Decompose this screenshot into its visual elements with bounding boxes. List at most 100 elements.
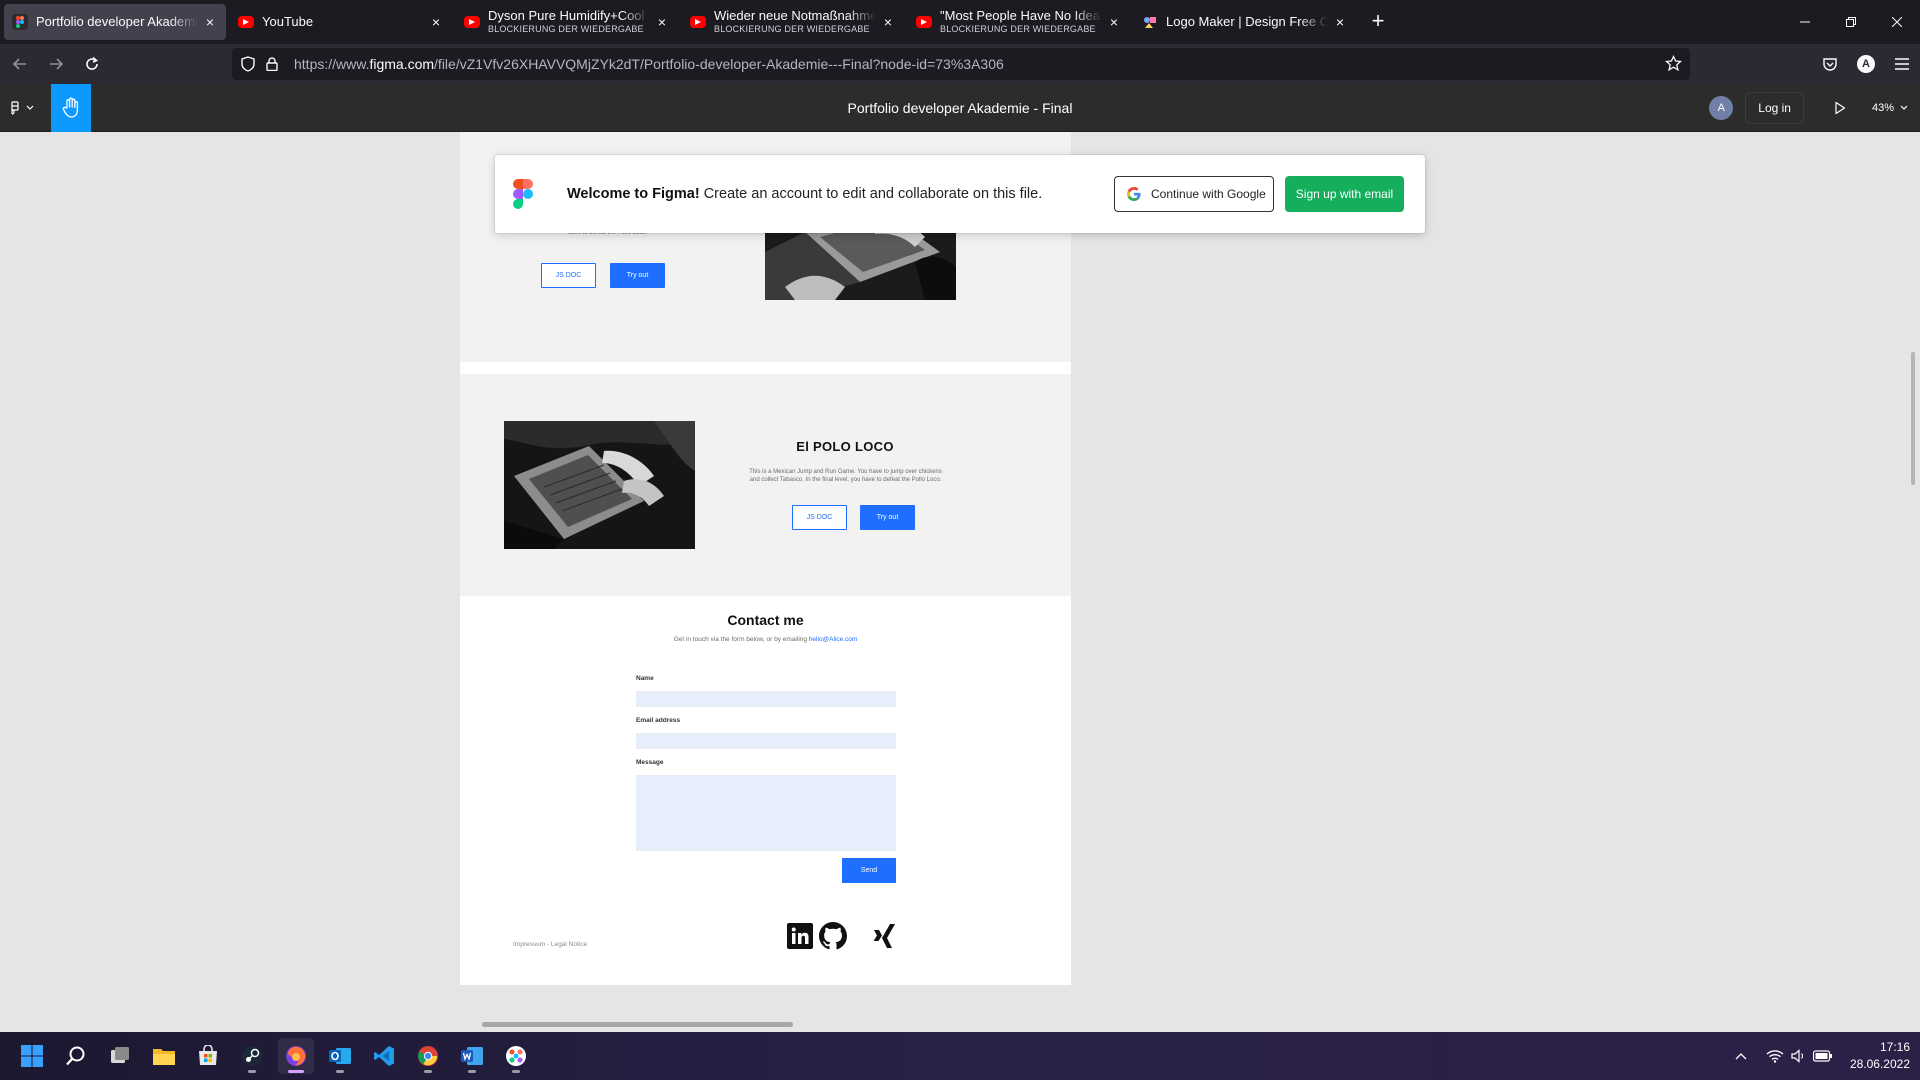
figma-canvas[interactable]: have to defeat the Pollo Loco. JS DOC Tr… xyxy=(0,132,1920,1032)
tab-title: Wieder neue Notmaßnahmen! xyxy=(714,9,876,24)
task-view-icon[interactable] xyxy=(102,1038,138,1074)
steam-icon[interactable] xyxy=(234,1038,270,1074)
figma-icon xyxy=(12,14,28,30)
file-explorer-icon[interactable] xyxy=(146,1038,182,1074)
chrome-icon[interactable] xyxy=(410,1038,446,1074)
tab-youtube-notmassnahmen[interactable]: Wieder neue Notmaßnahmen! BLOCKIERUNG DER… xyxy=(682,4,904,40)
chevron-up-icon[interactable] xyxy=(1730,1045,1752,1067)
new-tab-button[interactable]: + xyxy=(1364,8,1392,36)
github-icon[interactable] xyxy=(819,922,847,950)
youtube-icon xyxy=(690,16,706,28)
search-icon[interactable] xyxy=(58,1038,94,1074)
url-prefix: https://www. xyxy=(294,56,370,72)
horizontal-scrollbar[interactable] xyxy=(482,1022,793,1027)
send-button[interactable]: Send xyxy=(842,858,896,883)
section-divider xyxy=(460,362,1071,374)
windows-start-icon[interactable] xyxy=(14,1038,50,1074)
zoom-dropdown[interactable]: 43% xyxy=(1872,102,1908,114)
clock-date: 28.06.2022 xyxy=(1849,1057,1910,1071)
shield-icon[interactable] xyxy=(240,56,256,72)
chevron-down-icon xyxy=(1900,105,1908,110)
close-tab-icon[interactable]: × xyxy=(1106,14,1122,30)
sign-up-email-button[interactable]: Sign up with email xyxy=(1285,176,1404,212)
lock-icon[interactable] xyxy=(264,56,280,72)
youtube-icon xyxy=(464,16,480,28)
play-icon xyxy=(1835,101,1846,115)
figma-toolbar: Portfolio developer Akademie - Final A L… xyxy=(0,84,1920,132)
zoom-level: 43% xyxy=(1871,102,1894,114)
contact-subtitle: Get in touch via the form below, or by e… xyxy=(460,636,1071,643)
project-1-tryout-button[interactable]: Try out xyxy=(610,263,665,288)
url-text: https://www.figma.com/file/vZ1Vfv26XHAVV… xyxy=(294,56,1004,72)
close-tab-icon[interactable]: × xyxy=(202,14,218,30)
project-1-jsdoc-button[interactable]: JS DOC xyxy=(541,263,596,288)
toolbar-right: A xyxy=(1812,44,1920,84)
account-icon[interactable]: A xyxy=(1857,55,1875,73)
browser-tab-strip: Portfolio developer Akademie - Final × Y… xyxy=(0,0,1920,44)
project-2-tryout-button[interactable]: Try out xyxy=(860,505,915,530)
windows-taskbar: 17:16 28.06.2022 xyxy=(0,1032,1920,1080)
name-label: Name xyxy=(636,675,654,682)
figma-toolbar-right: A Log in 43% xyxy=(1709,84,1908,132)
minimize-icon[interactable] xyxy=(1782,0,1828,44)
hand-tool-button[interactable] xyxy=(51,84,91,132)
continue-with-google-button[interactable]: Continue with Google xyxy=(1114,176,1274,212)
url-bar[interactable]: https://www.figma.com/file/vZ1Vfv26XHAVV… xyxy=(232,48,1690,80)
vertical-scrollbar[interactable] xyxy=(1911,352,1915,485)
contact-subtitle-text: Get in touch via the form below, or by e… xyxy=(673,636,807,643)
microsoft-store-icon[interactable] xyxy=(190,1038,226,1074)
tab-figma[interactable]: Portfolio developer Akademie - Final × xyxy=(4,4,226,40)
wifi-icon[interactable] xyxy=(1764,1045,1786,1067)
chevron-down-icon xyxy=(26,105,34,110)
bookmark-star-icon[interactable] xyxy=(1664,54,1683,75)
login-button[interactable]: Log in xyxy=(1745,92,1804,124)
word-icon[interactable] xyxy=(454,1038,490,1074)
tab-subtitle: BLOCKIERUNG DER WIEDERGABE xyxy=(714,23,870,34)
close-tab-icon[interactable]: × xyxy=(428,14,444,30)
file-title: Portfolio developer Akademie - Final xyxy=(847,100,1073,116)
tab-title: Dyson Pure Humidify+Cool nach xyxy=(488,9,650,24)
close-tab-icon[interactable]: × xyxy=(1332,14,1348,30)
tab-youtube[interactable]: YouTube × xyxy=(230,4,452,40)
close-tab-icon[interactable]: × xyxy=(880,14,896,30)
restore-icon[interactable] xyxy=(1828,0,1874,44)
impressum-link[interactable]: Impressum - Legal Notice xyxy=(513,941,587,948)
battery-icon[interactable] xyxy=(1812,1045,1834,1067)
project-2-jsdoc-button[interactable]: JS DOC xyxy=(792,505,847,530)
tab-title: YouTube xyxy=(262,14,314,29)
tab-youtube-most-people[interactable]: "Most People Have No Idea WhBLOCKIERUNG … xyxy=(908,4,1130,40)
hamburger-menu-icon[interactable] xyxy=(1884,48,1920,80)
close-tab-icon[interactable]: × xyxy=(654,14,670,30)
clock[interactable]: 17:16 28.06.2022 xyxy=(1850,1039,1910,1073)
message-field[interactable] xyxy=(636,775,896,851)
present-button[interactable] xyxy=(1824,92,1856,124)
logo-maker-icon xyxy=(1142,14,1158,30)
welcome-message: Welcome to Figma! Create an account to e… xyxy=(567,186,1042,202)
firefox-icon[interactable] xyxy=(278,1038,314,1074)
outlook-icon[interactable] xyxy=(322,1038,358,1074)
tab-logo-maker[interactable]: Logo Maker | Design Free Custom × xyxy=(1134,4,1356,40)
figma-logo-icon xyxy=(513,179,533,212)
forward-icon[interactable] xyxy=(40,48,72,80)
pocket-icon[interactable] xyxy=(1812,48,1848,80)
tab-youtube-dyson[interactable]: Dyson Pure Humidify+Cool nachBLOCKIERUNG… xyxy=(456,4,678,40)
contact-title: Contact me xyxy=(727,612,804,628)
contact-email-link[interactable]: hello@Alice.com xyxy=(809,636,858,643)
figma-main-menu[interactable] xyxy=(8,84,34,132)
avatar[interactable]: A xyxy=(1709,96,1734,120)
name-field[interactable] xyxy=(636,691,896,707)
xing-icon[interactable] xyxy=(870,922,898,950)
volume-icon[interactable] xyxy=(1788,1045,1810,1067)
tab-subtitle: BLOCKIERUNG DER WIEDERGABE xyxy=(488,23,644,34)
design-frame[interactable]: have to defeat the Pollo Loco. JS DOC Tr… xyxy=(460,132,1071,985)
welcome-heading: Welcome to Figma! xyxy=(567,186,700,202)
back-icon[interactable] xyxy=(4,48,36,80)
close-window-icon[interactable] xyxy=(1874,0,1920,44)
welcome-banner: Welcome to Figma! Create an account to e… xyxy=(495,155,1425,233)
vscode-icon[interactable] xyxy=(366,1038,402,1074)
linkedin-icon[interactable] xyxy=(786,922,814,950)
figma-app-icon[interactable] xyxy=(498,1038,534,1074)
email-field[interactable] xyxy=(636,733,896,749)
taskbar-apps xyxy=(14,1032,542,1080)
reload-icon[interactable] xyxy=(76,48,108,80)
